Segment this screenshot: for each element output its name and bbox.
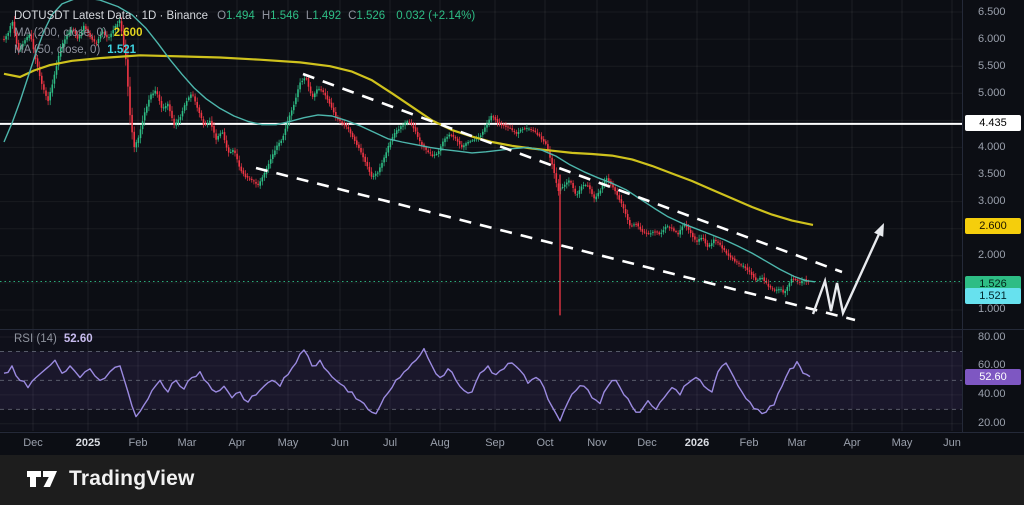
rsi-tick-label: 40.00 [978, 388, 1006, 401]
time-tick-label: Oct [536, 437, 554, 449]
symbol-title: DOTUSDT Latest Data · 1D · Binance [14, 10, 209, 22]
time-tick-label: 2025 [75, 437, 101, 449]
ma50-value: 1.521 [107, 44, 137, 56]
price-tick-label: 1.000 [978, 303, 1006, 316]
price-tick-label: 6.000 [978, 32, 1006, 45]
time-tick-label: Sep [485, 437, 505, 449]
legend: DOTUSDT Latest Data · 1D · Binance O1.494… [14, 8, 475, 59]
time-tick-label: Apr [228, 437, 246, 449]
price-tick-label: 4.000 [978, 140, 1006, 153]
price-tick-label: 5.500 [978, 59, 1006, 72]
chart-canvas[interactable] [0, 0, 1024, 455]
time-tick-label: Aug [430, 437, 450, 449]
price-axis[interactable]: 6.5006.0005.5005.0004.5004.0003.5003.000… [963, 0, 1024, 432]
ma50-legend-row[interactable]: MA (50, close, 0) 1.521 [14, 42, 475, 59]
price-tick-label: 5.000 [978, 86, 1006, 99]
price-label-badge: 52.60 [965, 369, 1021, 385]
price-tick-label: 3.000 [978, 195, 1006, 208]
time-tick-label: Mar [787, 437, 807, 449]
rsi-value: 52.60 [63, 333, 93, 345]
ma200-label: MA (200, close, 0) [14, 27, 107, 39]
time-tick-label: Dec [23, 437, 43, 449]
tradingview-logo[interactable]: TradingView [26, 467, 195, 491]
time-tick-label: Mar [177, 437, 197, 449]
wedge-upper-trendline[interactable] [302, 72, 843, 274]
price-label-badge: 2.600 [965, 218, 1021, 234]
time-tick-label: Jun [331, 437, 349, 449]
footer-bar: TradingView [0, 455, 1024, 505]
time-tick-label: Apr [843, 437, 861, 449]
time-tick-label: Feb [739, 437, 759, 449]
tradingview-logo-text: TradingView [69, 467, 195, 490]
chart-area[interactable]: DOTUSDT Latest Data · 1D · Binance O1.494… [0, 0, 1024, 455]
rsi-label: RSI (14) [14, 333, 57, 345]
price-label-badge: 4.435 [965, 115, 1021, 131]
time-tick-label: May [891, 437, 913, 449]
rsi-tick-label: 20.00 [978, 417, 1006, 430]
ma50-label: MA (50, close, 0) [14, 44, 101, 56]
ma200-value: 2.600 [113, 27, 143, 39]
time-tick-label: May [277, 437, 299, 449]
price-tick-label: 2.000 [978, 249, 1006, 262]
symbol-legend-row[interactable]: DOTUSDT Latest Data · 1D · Binance O1.494… [14, 8, 475, 25]
time-tick-label: Nov [587, 437, 607, 449]
pane-divider[interactable] [0, 329, 1024, 330]
ohlc-o: O1.494 [217, 10, 255, 22]
rsi-tick-label: 80.00 [978, 330, 1006, 343]
change-value: 0.032 (+2.14%) [396, 10, 476, 22]
time-axis[interactable]: Dec 2025 Feb Mar Apr May Jun Jul Aug Sep Oct Nov Dec… [0, 432, 1024, 455]
breakout-arrow[interactable] [811, 233, 881, 317]
breakout-arrow-head [874, 223, 884, 237]
time-tick-label: Jul [382, 437, 398, 449]
rsi-legend-row[interactable]: RSI (14) 52.60 [14, 331, 93, 347]
ma200-line[interactable] [3, 54, 814, 226]
ohlc-c: C1.526 [348, 10, 386, 22]
price-tick-label: 6.500 [978, 5, 1006, 18]
time-tick-label: 2026 [684, 437, 710, 449]
time-tick-label: Feb [128, 437, 148, 449]
ohlc-h: H1.546 [261, 10, 299, 22]
time-tick-label: Dec [637, 437, 657, 449]
price-label-badge: 1.521 [965, 288, 1021, 304]
time-tick-label: Jun [943, 437, 961, 449]
ohlc-l: L1.492 [305, 10, 342, 22]
tradingview-chart-app: DOTUSDT Latest Data · 1D · Binance O1.494… [0, 0, 1024, 505]
price-tick-label: 3.500 [978, 168, 1006, 181]
tradingview-logo-icon [27, 471, 57, 487]
ma200-legend-row[interactable]: MA (200, close, 0) 2.600 [14, 25, 475, 42]
ohlc-values: O1.494 H1.546 L1.492 C1.526 [217, 10, 392, 22]
